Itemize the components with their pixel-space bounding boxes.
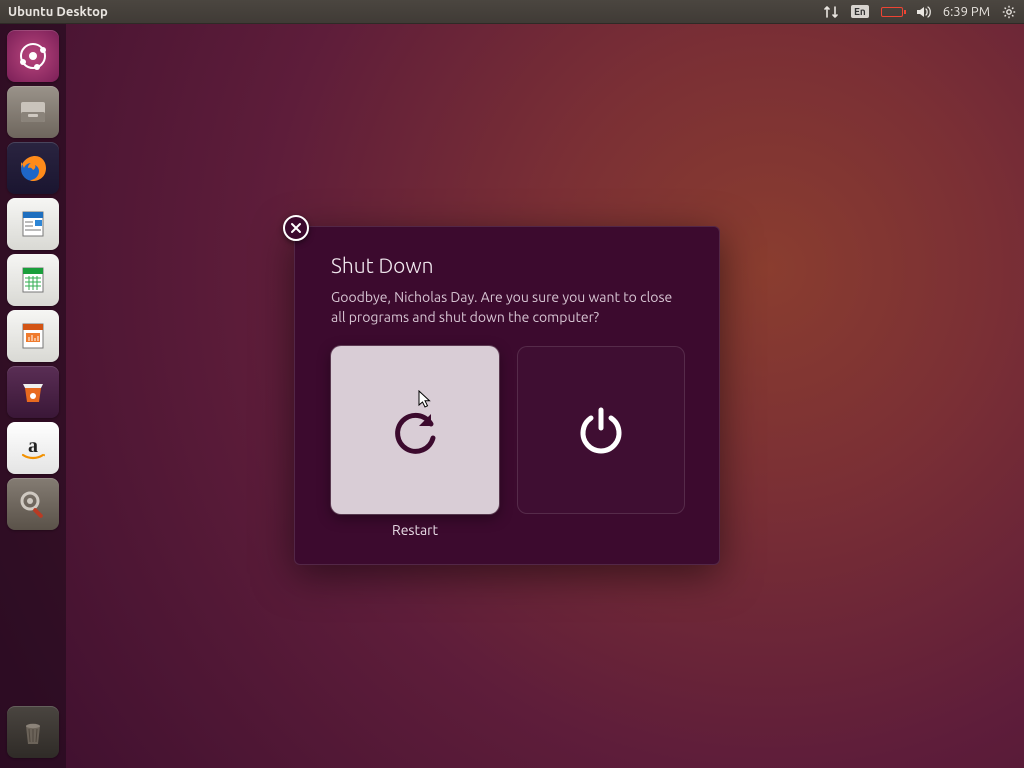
launcher-settings[interactable]	[7, 478, 59, 530]
clock[interactable]: 6:39 PM	[943, 5, 990, 19]
launcher-files[interactable]	[7, 86, 59, 138]
dialog-title: Shut Down	[331, 253, 683, 277]
launcher-impress[interactable]	[7, 310, 59, 362]
indicator-area: En 6:39 PM	[823, 5, 1016, 19]
launcher-dash[interactable]	[7, 30, 59, 82]
sound-icon[interactable]	[915, 5, 931, 19]
launcher-firefox[interactable]	[7, 142, 59, 194]
launcher-calc[interactable]	[7, 254, 59, 306]
keyboard-indicator[interactable]: En	[851, 5, 869, 18]
launcher-trash[interactable]	[7, 706, 59, 758]
restart-label: Restart	[392, 522, 438, 540]
restart-button[interactable]	[331, 346, 499, 514]
gear-icon[interactable]	[1002, 5, 1016, 19]
top-menubar: Ubuntu Desktop En 6:39 PM	[0, 0, 1024, 24]
shutdown-button[interactable]	[517, 346, 685, 514]
dialog-message: Goodbye, Nicholas Day. Are you sure you …	[331, 287, 683, 328]
close-button[interactable]	[283, 215, 309, 241]
unity-launcher: a	[0, 24, 66, 768]
app-title: Ubuntu Desktop	[8, 5, 108, 19]
shutdown-dialog: Shut Down Goodbye, Nicholas Day. Are you…	[294, 226, 720, 565]
dialog-options: Restart	[331, 346, 683, 540]
launcher-writer[interactable]	[7, 198, 59, 250]
battery-icon[interactable]	[881, 7, 903, 17]
launcher-software[interactable]	[7, 366, 59, 418]
svg-text:a: a	[28, 435, 38, 457]
launcher-amazon[interactable]: a	[7, 422, 59, 474]
network-icon[interactable]	[823, 5, 839, 19]
